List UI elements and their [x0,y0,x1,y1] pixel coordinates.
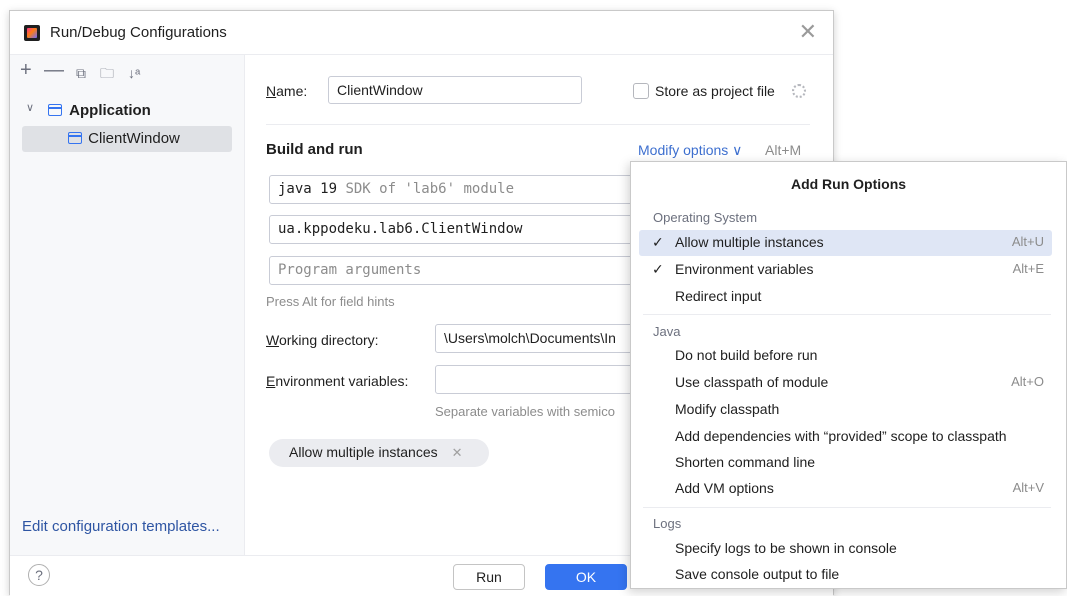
option-chip[interactable]: Allow multiple instances ✕ [269,439,489,467]
divider [266,124,810,125]
popup-divider [643,314,1051,315]
ok-button[interactable]: OK [545,564,627,590]
application-icon [48,104,62,116]
popup-title: Add Run Options [790,176,907,192]
add-icon[interactable]: + [20,60,32,80]
sort-icon[interactable]: ↓ᵃ [128,64,140,82]
gear-icon[interactable] [792,84,806,98]
check-icon: ✓ [652,234,664,250]
remove-chip-icon[interactable]: ✕ [452,445,463,460]
option-redirect-input[interactable]: Redirect input [639,284,1052,310]
modify-options-shortcut: Alt+M [765,142,802,158]
store-as-project-label: Store as project file [655,83,775,99]
option-environment-variables[interactable]: ✓ Environment variables Alt+E [639,257,1052,283]
working-directory-field[interactable]: \Users\molch\Documents\In [435,324,649,353]
program-arguments-field[interactable]: Program arguments [269,256,649,285]
option-do-not-build[interactable]: Do not build before run [639,343,1052,369]
group-heading-logs: Logs [653,516,682,531]
dialog-title: Run/Debug Configurations [50,24,227,41]
name-label: Name: [266,83,308,99]
new-folder-icon[interactable]: 🗀 [100,64,114,82]
option-modify-classpath[interactable]: Modify classpath [639,397,1052,423]
help-icon[interactable]: ? [28,564,50,586]
remove-icon[interactable]: — [44,60,64,80]
store-as-project-checkbox[interactable] [633,83,649,99]
chevron-down-icon[interactable]: ∨ [26,101,34,114]
tree-item-label: ClientWindow [88,130,180,147]
intellij-logo-icon [24,25,40,41]
group-heading-os: Operating System [653,210,758,225]
option-save-console-output[interactable]: Save console output to file [639,562,1052,588]
chip-label: Allow multiple instances [289,444,438,460]
option-specify-logs[interactable]: Specify logs to be shown in console [639,536,1052,562]
env-vars-hint: Separate variables with semico [435,404,615,419]
group-heading-java: Java [653,324,681,339]
title-bar: Run/Debug Configurations ✕ [10,11,833,55]
option-shorten-command-line[interactable]: Shorten command line [639,450,1052,476]
option-add-dependencies[interactable]: Add dependencies with “provided” scope t… [639,424,1052,450]
main-class-field[interactable]: ua.kppodeku.lab6.ClientWindow [269,215,649,244]
field-hint: Press Alt for field hints [266,294,395,309]
tree-group-label: Application [69,102,151,119]
edit-templates-link[interactable]: Edit configuration templates... [22,518,220,535]
popup-divider [643,507,1051,508]
check-icon: ✓ [652,261,664,277]
close-icon[interactable]: ✕ [799,21,817,43]
sidebar: + — ⧉ 🗀 ↓ᵃ ∨ Application ClientWindow Ed… [10,55,245,555]
option-add-vm-options[interactable]: Add VM options Alt+V [639,476,1052,502]
application-icon [68,132,82,144]
name-field[interactable]: ClientWindow [328,76,582,104]
option-use-classpath[interactable]: Use classpath of module Alt+O [639,370,1052,396]
copy-icon[interactable]: ⧉ [76,64,86,82]
environment-variables-field[interactable] [435,365,649,394]
modify-options-link[interactable]: Modify options ∨ [638,142,742,159]
tree-group-application[interactable]: Application [48,102,151,119]
tree-item-clientwindow[interactable]: ClientWindow [68,130,180,147]
sdk-select[interactable]: java 19 SDK of 'lab6' module [269,175,649,204]
working-directory-label: Working directory: [266,332,379,348]
environment-variables-label: Environment variables: [266,373,409,389]
option-allow-multiple-instances[interactable]: ✓ Allow multiple instances Alt+U [639,230,1052,256]
add-run-options-popup: Add Run Options Operating System ✓ Allow… [630,161,1067,589]
build-run-title: Build and run [266,141,363,158]
run-button[interactable]: Run [453,564,525,590]
